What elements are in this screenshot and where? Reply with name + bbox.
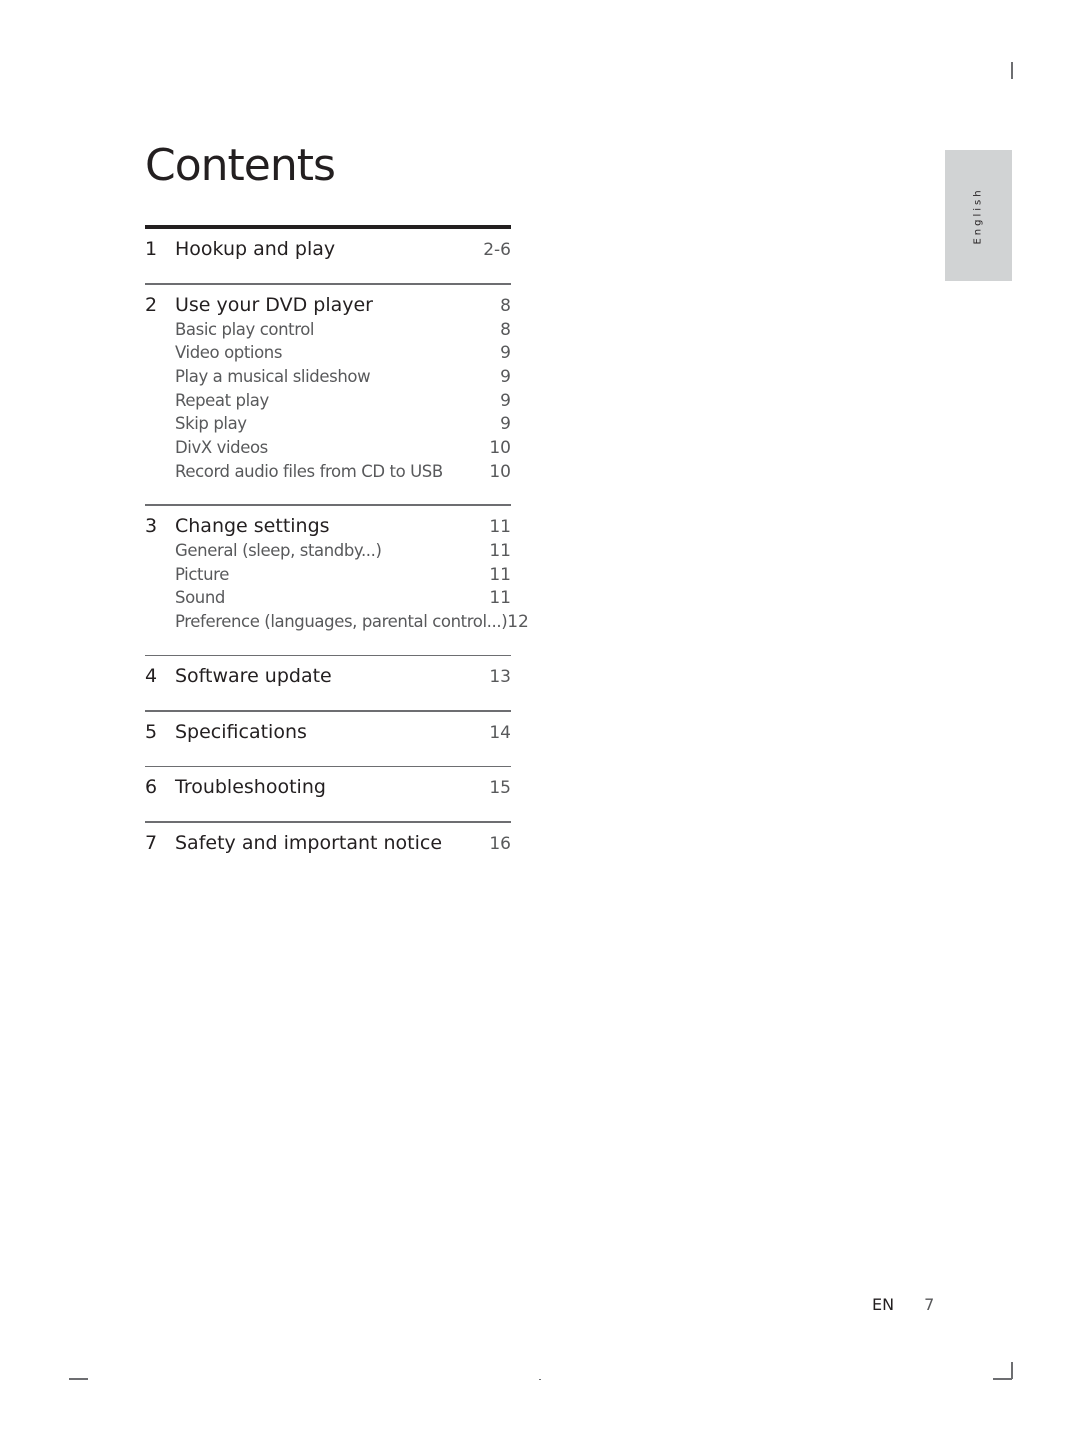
section-title: Safety and important notice xyxy=(175,831,443,854)
language-side-tab: English xyxy=(945,150,1012,281)
subsection-title: Basic play control xyxy=(175,319,315,339)
subsection-title: Record audio files from CD to USB xyxy=(175,461,443,481)
page-footer: EN 7 xyxy=(872,1295,934,1314)
subsection-page: 9 xyxy=(500,414,511,435)
subsection-page: 11 xyxy=(489,588,511,609)
section-number: 3 xyxy=(145,514,158,537)
section-title: Software update xyxy=(175,665,332,688)
subsection-page: 9 xyxy=(500,366,511,387)
crop-mark-top-right xyxy=(1011,62,1013,79)
toc-entry[interactable]: 1 Hookup and play 2-6 xyxy=(145,236,511,262)
toc-subentry[interactable]: Sound 11 xyxy=(145,586,511,610)
crop-mark-bottom-center xyxy=(539,1379,541,1380)
toc-entry[interactable]: 4 Software update 13 xyxy=(145,663,511,689)
crop-mark-bottom-right-vertical xyxy=(1011,1362,1013,1379)
section-number: 6 xyxy=(145,776,158,799)
section-number: 7 xyxy=(145,831,158,854)
subsection-title: Preference (languages, parental control.… xyxy=(175,611,508,631)
toc-subentry[interactable]: Skip play 9 xyxy=(145,412,511,436)
footer-language: EN xyxy=(872,1295,895,1314)
section-title: Use your DVD player xyxy=(175,293,373,316)
subsection-title: DivX videos xyxy=(175,437,268,457)
toc-section: 5 Specifications 14 xyxy=(145,712,511,766)
subsection-page: 10 xyxy=(489,437,511,458)
toc-subentry[interactable]: Play a musical slideshow 9 xyxy=(145,365,511,389)
subsection-page: 10 xyxy=(489,461,511,482)
subsection-title: Video options xyxy=(175,343,283,363)
section-page: 14 xyxy=(489,722,511,743)
toc-entry[interactable]: 3 Change settings 11 xyxy=(145,513,511,539)
subsection-page: 9 xyxy=(500,390,511,411)
section-title: Hookup and play xyxy=(175,238,336,260)
toc-entry[interactable]: 5 Specifications 14 xyxy=(145,719,511,745)
section-title: Troubleshooting xyxy=(175,776,326,799)
footer-page-number: 7 xyxy=(924,1295,935,1314)
crop-mark-bottom-left xyxy=(69,1378,88,1380)
toc-subentry[interactable]: Repeat play 9 xyxy=(145,389,511,413)
section-number: 5 xyxy=(145,720,158,743)
toc-section: 7 Safety and important notice 16 xyxy=(145,823,511,877)
toc-subentry[interactable]: Preference (languages, parental control.… xyxy=(145,610,529,634)
subsection-page: 11 xyxy=(489,564,511,585)
section-title: Change settings xyxy=(175,514,330,537)
section-page: 11 xyxy=(489,516,511,537)
section-page: 8 xyxy=(500,295,511,316)
toc-subentry[interactable]: Picture 11 xyxy=(145,563,511,587)
subsection-page: 11 xyxy=(489,540,511,561)
subsection-page: 12 xyxy=(507,611,529,632)
section-number: 1 xyxy=(145,238,158,260)
toc-section: 2 Use your DVD player 8 Basic play control 8… xyxy=(145,285,511,505)
subsection-page: 8 xyxy=(500,319,511,340)
section-number: 2 xyxy=(145,293,158,316)
subsection-title: Sound xyxy=(175,588,225,608)
subsection-title: General (sleep, standby...) xyxy=(175,540,382,560)
subsection-title: Play a musical slideshow xyxy=(175,366,371,386)
section-page: 15 xyxy=(489,778,511,799)
crop-mark-bottom-right-horizontal xyxy=(993,1378,1012,1380)
section-number: 4 xyxy=(145,665,158,688)
toc-subentry[interactable]: DivX videos 10 xyxy=(145,436,511,460)
toc-entry[interactable]: 7 Safety and important notice 16 xyxy=(145,830,511,856)
toc-entry[interactable]: 6 Troubleshooting 15 xyxy=(145,774,511,800)
toc-section: 1 Hookup and play 2-6 xyxy=(145,229,511,283)
language-label: English xyxy=(972,187,984,245)
subsection-page: 9 xyxy=(500,343,511,364)
page-title: Contents xyxy=(145,140,336,191)
subsection-title: Repeat play xyxy=(175,390,269,410)
toc-subentry[interactable]: Basic play control 8 xyxy=(145,318,511,342)
toc-section: 3 Change settings 11 General (sleep, standb… xyxy=(145,506,529,655)
toc-subentry[interactable]: General (sleep, standby...) 11 xyxy=(145,539,511,563)
table-of-contents: 1 Hookup and play 2-6 2 Use your DVD player 8… xyxy=(145,225,529,877)
section-page: 2-6 xyxy=(483,240,511,260)
section-page: 13 xyxy=(489,667,511,688)
toc-subentry[interactable]: Video options 9 xyxy=(145,341,511,365)
toc-section: 6 Troubleshooting 15 xyxy=(145,767,511,821)
toc-entry[interactable]: 2 Use your DVD player 8 xyxy=(145,292,511,318)
toc-subentry[interactable]: Record audio files from CD to USB 10 xyxy=(145,460,511,484)
subsection-title: Picture xyxy=(175,564,229,584)
section-title: Specifications xyxy=(175,720,307,743)
toc-section: 4 Software update 13 xyxy=(145,656,511,710)
subsection-title: Skip play xyxy=(175,414,247,434)
section-page: 16 xyxy=(489,833,511,854)
